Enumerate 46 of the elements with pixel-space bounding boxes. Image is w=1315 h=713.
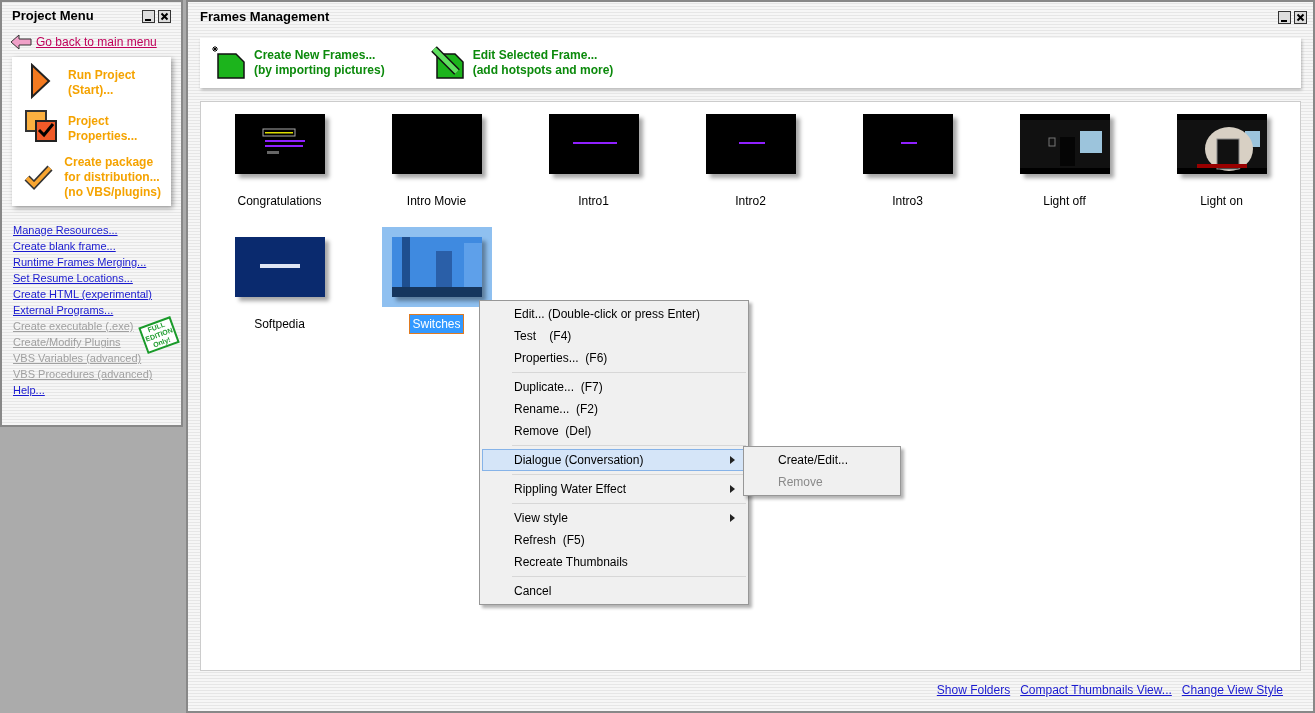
- new-page-icon[interactable]: [212, 46, 246, 80]
- menu-item[interactable]: Rename... (F2): [482, 398, 746, 420]
- footer-link[interactable]: Show Folders: [936, 681, 1011, 699]
- menu-link[interactable]: Help...: [13, 382, 45, 398]
- submenu-arrow-icon: [730, 514, 735, 522]
- frame-label[interactable]: Intro1: [576, 192, 611, 210]
- footer-link[interactable]: Compact Thumbnails View...: [1020, 681, 1172, 699]
- minimize-icon[interactable]: [1278, 10, 1291, 24]
- panel-title: Project Menu: [12, 7, 94, 26]
- frame-label[interactable]: Softpedia: [252, 315, 307, 333]
- frame-label[interactable]: Light on: [1198, 192, 1245, 210]
- menu-item[interactable]: Duplicate... (F7): [482, 376, 746, 398]
- submenu-arrow-icon: [730, 456, 735, 464]
- menu-item[interactable]: Properties... (F6): [482, 347, 746, 369]
- menu-link[interactable]: Create HTML (experimental): [13, 286, 152, 302]
- menu-item[interactable]: Test (F4): [482, 325, 746, 347]
- minimize-icon[interactable]: [142, 9, 155, 23]
- frame-label[interactable]: Intro3: [890, 192, 925, 210]
- back-arrow-icon[interactable]: [10, 34, 32, 50]
- footer-link[interactable]: Change View Style: [1181, 681, 1283, 699]
- menu-item[interactable]: Create/Edit...: [746, 449, 898, 471]
- submenu-arrow-icon: [730, 485, 735, 493]
- frame-label[interactable]: Intro2: [733, 192, 768, 210]
- window-title: Frames Management: [200, 8, 330, 27]
- frame-label[interactable]: Congratulations: [235, 192, 324, 210]
- back-link[interactable]: Go back to main menu: [36, 33, 157, 51]
- menu-item[interactable]: Refresh (F5): [482, 529, 746, 551]
- frame-label[interactable]: Intro Movie: [404, 192, 469, 210]
- menu-link[interactable]: Manage Resources...: [13, 222, 118, 238]
- menu-item[interactable]: Remove (Del): [482, 420, 746, 442]
- menu-link[interactable]: Set Resume Locations...: [13, 270, 133, 286]
- menu-link[interactable]: Create blank frame...: [13, 238, 116, 254]
- menu-link[interactable]: External Programs...: [13, 302, 114, 318]
- close-icon[interactable]: [1294, 10, 1307, 24]
- menu-item[interactable]: View style: [482, 507, 746, 529]
- menu-item[interactable]: Dialogue (Conversation): [482, 449, 746, 471]
- menu-item[interactable]: Edit... (Double-click or press Enter): [482, 303, 746, 325]
- menu-item[interactable]: Rippling Water Effect: [482, 478, 746, 500]
- pencil-page-icon[interactable]: [430, 46, 465, 80]
- frame-label[interactable]: Light off: [1041, 192, 1088, 210]
- menu-link[interactable]: Runtime Frames Merging...: [13, 254, 147, 270]
- close-icon[interactable]: [158, 9, 171, 23]
- menu-item[interactable]: Recreate Thumbnails: [482, 551, 746, 573]
- menu-item[interactable]: Cancel: [482, 580, 746, 602]
- toolbar-button[interactable]: Create New Frames... (by importing pictures): [254, 48, 385, 78]
- toolbar-button[interactable]: Edit Selected Frame... (add hotspots and more): [472, 48, 614, 78]
